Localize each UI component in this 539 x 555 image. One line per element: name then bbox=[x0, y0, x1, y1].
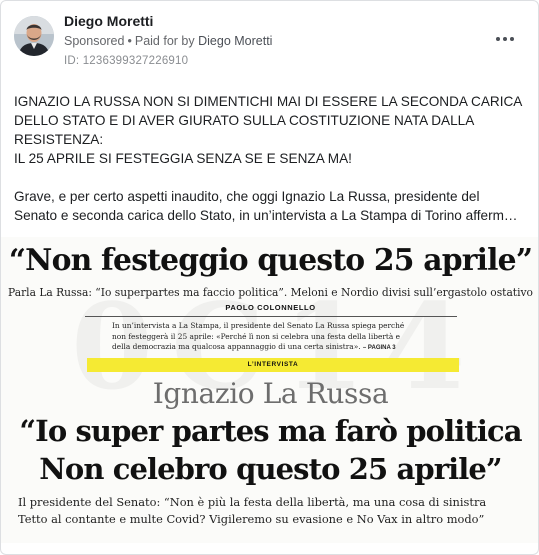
body-line: DELLO STATO E DI AVER GIURATO SULLA COST… bbox=[14, 113, 475, 128]
meta-separator: • bbox=[127, 34, 132, 48]
intro-line: non festeggerà il 25 aprile: «Perché lì … bbox=[112, 331, 400, 341]
clipping-name-heading: Ignazio La Russa bbox=[152, 377, 389, 410]
clipping-byline: PAOLO COLONNELLO bbox=[225, 303, 316, 312]
sponsored-meta: Sponsored • Paid for by Diego Moretti bbox=[64, 34, 272, 48]
body-line: IGNAZIO LA RUSSA NON SI DIMENTICHI MAI D… bbox=[14, 94, 523, 109]
clipping-headline: “Non festeggio questo 25 aprile” bbox=[8, 243, 533, 278]
body-line: RESISTENZA: bbox=[14, 132, 104, 147]
clipping-deck-line-1: Il presidente del Senato: “Non è più la … bbox=[18, 495, 487, 509]
paid-for-by-label: Paid for by bbox=[134, 34, 195, 48]
clipping-intro: In un’intervista a La Stampa, il preside… bbox=[112, 321, 442, 354]
avatar[interactable] bbox=[14, 16, 54, 56]
divider bbox=[85, 316, 457, 317]
page-reference: – PAGINA 3 bbox=[362, 345, 396, 351]
newspaper-clipping-image[interactable]: 0C14 “Non festeggio questo 25 aprile” Pa… bbox=[1, 237, 538, 543]
body-line: IL 25 APRILE SI FESTEGGIA SENZA SE E SEN… bbox=[14, 151, 352, 166]
clipping-deck-line-2: Tetto al contante e multe Covid? Vigiler… bbox=[18, 512, 485, 526]
post-body: IGNAZIO LA RUSSA NON SI DIMENTICHI MAI D… bbox=[14, 92, 526, 225]
body-line-truncated[interactable]: Senato e seconda carica dello Stato, in … bbox=[14, 206, 526, 225]
highlight-band: L’INTERVISTA bbox=[87, 358, 459, 372]
more-options-icon[interactable] bbox=[492, 29, 518, 49]
intro-line: della democrazia ma qualcosa appannaggio… bbox=[112, 342, 396, 351]
intro-line: In un’intervista a La Stampa, il preside… bbox=[112, 321, 405, 330]
body-line: Grave, e per certo aspetti inaudito, che… bbox=[14, 189, 480, 204]
author-name[interactable]: Diego Moretti bbox=[64, 13, 153, 29]
sponsored-post-card: Diego Moretti Sponsored • Paid for by Dieg… bbox=[0, 0, 539, 555]
band-label: L’INTERVISTA bbox=[247, 361, 299, 368]
payer-name[interactable]: Diego Moretti bbox=[198, 34, 272, 48]
clipping-quote-line-1: “Io super partes ma farò politica bbox=[19, 414, 522, 448]
clipping-quote-line-2: Non celebro questo 25 aprile” bbox=[39, 452, 502, 486]
post-header: Diego Moretti Sponsored • Paid for by Dieg… bbox=[1, 1, 538, 81]
sponsored-label: Sponsored bbox=[64, 34, 125, 48]
clipping-subhead: Parla La Russa: “Io superpartes ma facci… bbox=[8, 286, 533, 299]
ad-id: ID: 1236399327226910 bbox=[64, 55, 189, 67]
